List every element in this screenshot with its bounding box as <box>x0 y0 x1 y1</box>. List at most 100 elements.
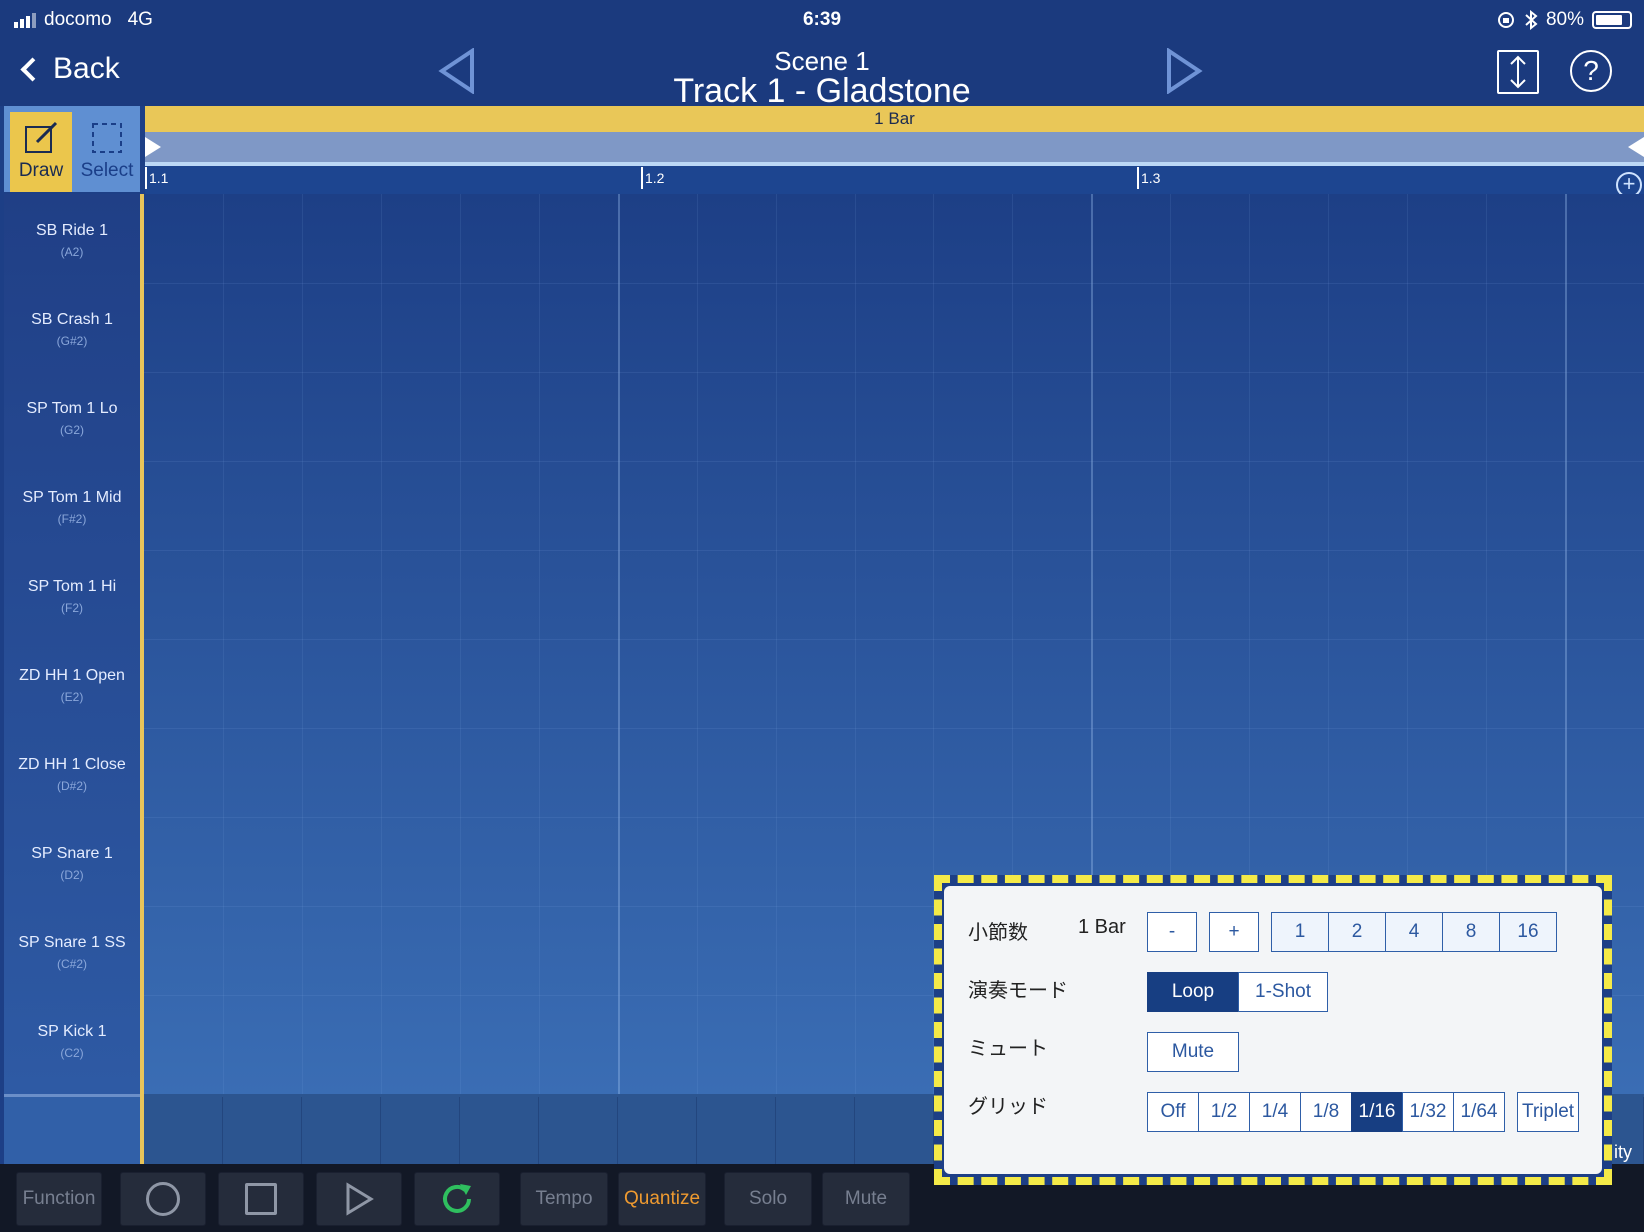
bars-minus-button[interactable]: - <box>1147 912 1197 952</box>
bars-plus-button[interactable]: + <box>1209 912 1259 952</box>
lane-label[interactable]: SP Tom 1 Lo (G2) <box>4 372 140 461</box>
grid-column-line <box>776 194 777 1094</box>
lane-note: (E2) <box>60 690 84 704</box>
play-icon <box>346 1182 374 1216</box>
bars-option-button[interactable]: 16 <box>1499 912 1557 952</box>
lane-name: SP Tom 1 Lo <box>26 400 118 417</box>
grid-column-line <box>460 194 461 1094</box>
expand-vertical-button[interactable] <box>1497 50 1539 94</box>
lane-label[interactable]: ZD HH 1 Close (D#2) <box>4 728 140 817</box>
lane-label[interactable]: SB Crash 1 (G#2) <box>4 283 140 372</box>
lane-label[interactable]: SP Snare 1 SS (C#2) <box>4 906 140 995</box>
loop-length-label: 1 Bar <box>874 109 915 128</box>
selection-marquee-icon <box>92 123 122 153</box>
loop-length-bar[interactable]: 1 Bar <box>145 106 1644 132</box>
battery-percent: 80% <box>1545 9 1584 30</box>
record-icon <box>146 1182 180 1216</box>
lane-name: SP Kick 1 <box>37 1023 107 1040</box>
loop-toggle-button[interactable] <box>414 1172 500 1226</box>
grid-option-button[interactable]: 1/4 <box>1249 1092 1301 1132</box>
nav-bar: Back Scene 1 Track 1 - Gladstone ? <box>0 42 1644 110</box>
grid-option-button[interactable]: 1/16 <box>1351 1092 1403 1132</box>
bars-option-button[interactable]: 1 <box>1271 912 1329 952</box>
mute-transport-button[interactable]: Mute <box>822 1172 910 1226</box>
tempo-label: Tempo <box>535 1188 593 1209</box>
stop-button[interactable] <box>218 1172 304 1226</box>
lane-label[interactable]: SB Ride 1 (A2) <box>4 194 140 283</box>
grid-row-line <box>144 372 1644 373</box>
grid-column-line <box>381 194 382 1094</box>
bars-label: 小節数 <box>968 922 1028 944</box>
velocity-cell[interactable] <box>460 1097 539 1164</box>
lane-name: SB Crash 1 <box>31 311 113 328</box>
velocity-cell[interactable] <box>539 1097 618 1164</box>
lane-note: (G2) <box>60 423 84 437</box>
lane-name: SP Snare 1 SS <box>18 934 126 951</box>
velocity-cell[interactable] <box>697 1097 776 1164</box>
grid-column-line <box>539 194 540 1094</box>
triplet-button[interactable]: Triplet <box>1517 1092 1579 1132</box>
loop-region-strip[interactable] <box>145 132 1644 162</box>
mute-setting-label: ミュート <box>968 1038 1048 1060</box>
bars-option-button[interactable]: 2 <box>1328 912 1386 952</box>
grid-row-line <box>144 728 1644 729</box>
lane-label[interactable]: SP Tom 1 Hi (F2) <box>4 550 140 639</box>
help-button[interactable]: ? <box>1570 50 1612 92</box>
velocity-header <box>4 1094 140 1164</box>
grid-option-button[interactable]: 1/32 <box>1402 1092 1454 1132</box>
solo-button[interactable]: Solo <box>724 1172 812 1226</box>
grid-option-button[interactable]: 1/2 <box>1198 1092 1250 1132</box>
velocity-cell[interactable] <box>776 1097 855 1164</box>
ruler-marker: 1.3 <box>1137 167 1160 189</box>
pencil-edit-icon <box>25 121 58 153</box>
bars-option-button[interactable]: 4 <box>1385 912 1443 952</box>
draw-tool-button[interactable]: Draw <box>10 112 72 192</box>
loop-start-handle[interactable] <box>145 137 161 157</box>
grid-option-button[interactable]: Off <box>1147 1092 1199 1132</box>
question-icon: ? <box>1583 55 1599 86</box>
lane-note: (F#2) <box>57 512 87 526</box>
quantize-button[interactable]: Quantize <box>618 1172 706 1226</box>
quantize-label: Quantize <box>623 1188 701 1209</box>
lane-note: (D#2) <box>56 779 87 793</box>
lane-name: SP Tom 1 Hi <box>27 578 117 595</box>
lane-label[interactable]: ZD HH 1 Open (E2) <box>4 639 140 728</box>
play-button[interactable] <box>316 1172 402 1226</box>
function-label: Function <box>22 1188 96 1209</box>
up-down-arrow-icon <box>1510 55 1526 89</box>
grid-row-line <box>144 283 1644 284</box>
lane-label[interactable]: SP Kick 1 (C2) <box>4 995 140 1084</box>
bars-option-button[interactable]: 8 <box>1442 912 1500 952</box>
loop-end-handle[interactable] <box>1628 137 1644 157</box>
grid-column-line <box>302 194 303 1094</box>
velocity-cell[interactable] <box>302 1097 381 1164</box>
track-settings-popup: 小節数 1 Bar - + 1 2 4 8 16 演奏モード Loop 1-Sh… <box>944 886 1602 1174</box>
select-label: Select <box>80 160 134 181</box>
velocity-cell[interactable] <box>381 1097 460 1164</box>
lane-label[interactable]: SP Snare 1 (D2) <box>4 817 140 906</box>
function-button[interactable]: Function <box>16 1172 102 1226</box>
ruler-marker: 1.1 <box>145 167 168 189</box>
lane-name: SP Snare 1 <box>31 845 113 862</box>
select-tool-button[interactable]: Select <box>76 112 138 192</box>
clock: 6:39 <box>802 9 842 30</box>
loop-mode-button[interactable]: Loop <box>1147 972 1239 1012</box>
next-track-icon[interactable] <box>1165 48 1203 94</box>
velocity-cell[interactable] <box>144 1097 223 1164</box>
mute-label: Mute <box>844 1188 888 1209</box>
record-button[interactable] <box>120 1172 206 1226</box>
one-shot-mode-button[interactable]: 1-Shot <box>1238 972 1328 1012</box>
velocity-cell[interactable] <box>223 1097 302 1164</box>
grid-option-button[interactable]: 1/64 <box>1453 1092 1505 1132</box>
mute-toggle-button[interactable]: Mute <box>1147 1032 1239 1072</box>
tempo-button[interactable]: Tempo <box>520 1172 608 1226</box>
timeline-ruler[interactable]: 1.1 1.2 1.3 <box>145 166 1644 194</box>
lane-note: (A2) <box>60 245 84 259</box>
velocity-cell[interactable] <box>855 1097 934 1164</box>
lane-label[interactable]: SP Tom 1 Mid (F#2) <box>4 461 140 550</box>
grid-option-button[interactable]: 1/8 <box>1300 1092 1352 1132</box>
velocity-cell[interactable] <box>618 1097 697 1164</box>
grid-column-line <box>618 194 620 1094</box>
loop-icon <box>443 1184 471 1213</box>
battery-icon <box>1592 11 1632 29</box>
